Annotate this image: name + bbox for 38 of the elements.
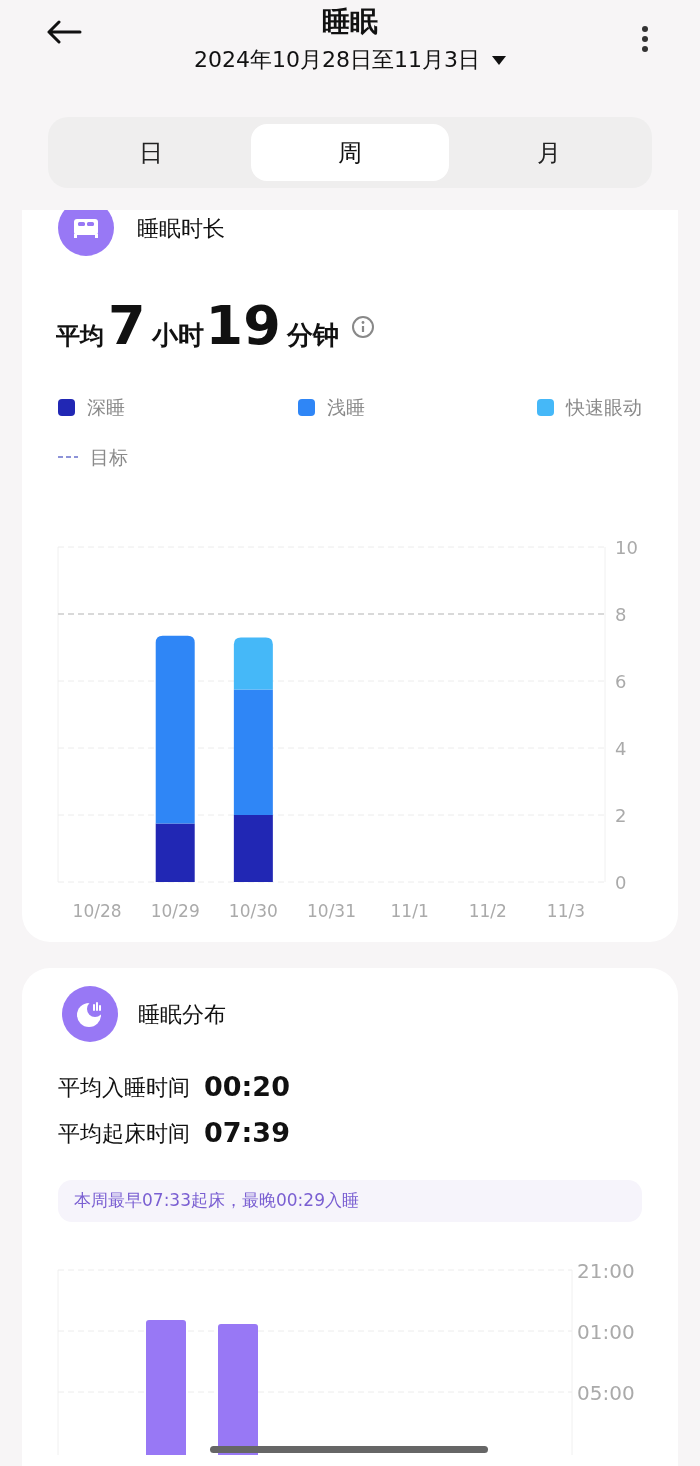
stat-value: 07:39 [204,1115,290,1150]
period-tab[interactable]: 周 [250,124,450,181]
axis-tick-label: 01:00 [577,1320,635,1344]
legend-label: 目标 [90,444,128,470]
axis-date-label: 11/1 [390,901,429,921]
legend-label: 浅睡 [326,394,365,420]
axis-tick-label: 21:00 [577,1259,635,1283]
axis-tick-label: 4 [615,738,627,759]
legend-label: 快速眼动 [566,394,642,420]
card-title: 睡眠时长 [137,214,225,243]
back-icon[interactable] [46,20,82,44]
stat-value: 00:20 [204,1069,290,1104]
moon-icon [62,986,118,1042]
axis-date-label: 11/3 [546,901,585,921]
axis-tick-label: 2 [615,805,627,826]
page-title: 睡眠 [322,4,378,40]
axis-date-label: 10/30 [228,901,278,921]
axis-date-label: 11/2 [468,901,507,921]
axis-tick-label: 10 [615,537,638,558]
dropdown-icon [492,55,506,65]
period-tab[interactable]: 月 [449,124,648,181]
stat-label: 平均入睡时间 [58,1073,190,1102]
info-icon[interactable] [350,314,375,339]
legend-label: 深睡 [87,394,125,420]
axis-tick-label: 05:00 [577,1381,635,1405]
stat-label: 平均起床时间 [58,1119,190,1148]
weekly-summary-banner: 本周最早07:33起床，最晚00:29入睡 [58,1180,642,1222]
axis-date-label: 10/28 [72,901,122,921]
period-tab[interactable]: 日 [52,124,251,181]
axis-date-label: 10/29 [150,901,200,921]
date-range-selector[interactable]: 2024年10月28日至11月3日 [194,40,506,80]
card-title: 睡眠分布 [138,1000,226,1029]
average-duration: 平均 7 小时 19 分钟 [56,298,339,355]
axis-tick-label: 6 [615,671,627,692]
more-icon[interactable] [640,25,650,53]
axis-tick-label: 0 [615,872,627,893]
axis-tick-label: 8 [615,604,627,625]
axis-date-label: 10/31 [307,901,356,921]
